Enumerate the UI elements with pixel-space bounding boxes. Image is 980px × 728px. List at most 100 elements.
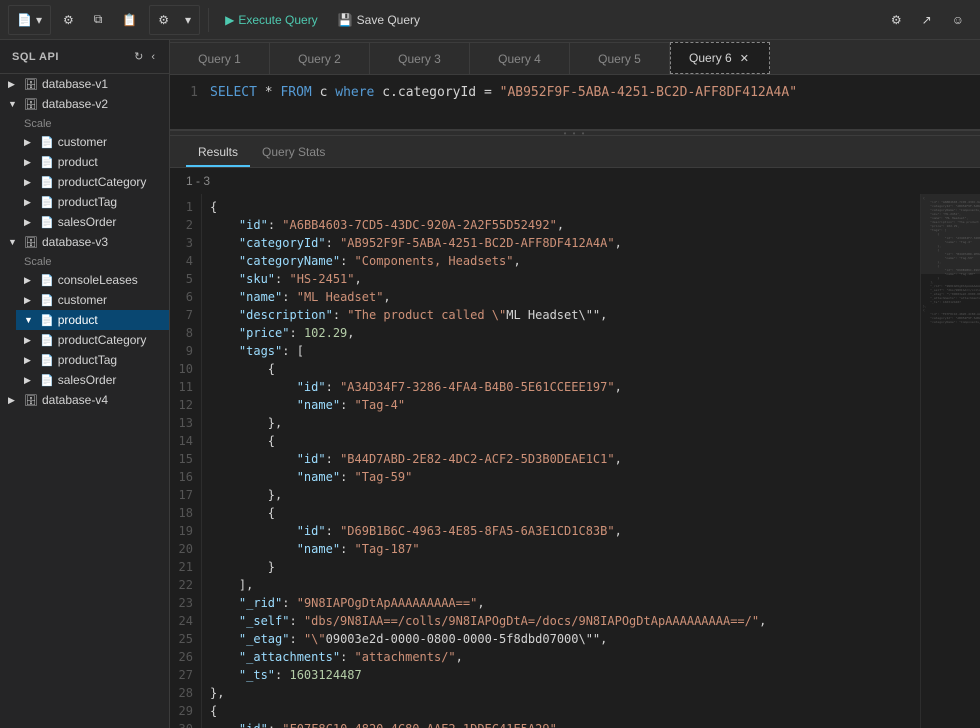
settings-icon: ⚙ xyxy=(158,13,169,27)
refresh-button[interactable]: ↻ xyxy=(132,48,145,65)
query-tabs: Query 1 Query 2 Query 3 Query 4 Query 5 … xyxy=(170,40,980,75)
line-number-1: 1 xyxy=(170,83,198,103)
save-query-button[interactable]: 💾 Save Query xyxy=(330,6,428,34)
feedback-button[interactable]: ☺ xyxy=(944,6,972,34)
from-keyword: FROM xyxy=(280,85,311,100)
collection-icon-active: 📄 xyxy=(40,314,54,327)
json-line: "name": "Tag-59" xyxy=(210,468,912,486)
json-line: "id": "B44D7ABD-2E82-4DC2-ACF2-5D3B0DEAE… xyxy=(210,450,912,468)
sidebar-item-customer-v3[interactable]: ▶ 📄 customer xyxy=(16,290,169,310)
json-line: { xyxy=(210,504,912,522)
open-icon: ⚙ xyxy=(63,13,74,27)
sidebar-item-database-v1[interactable]: ▶ 🗄 database-v1 xyxy=(0,74,169,94)
sidebar-item-customer-v2[interactable]: ▶ 📄 customer xyxy=(16,132,169,152)
json-content[interactable]: { "id": "A6BB4603-7CD5-43DC-920A-2A2F55D… xyxy=(202,194,920,728)
product-v3-label: product xyxy=(58,313,98,327)
results-count: 1 - 3 xyxy=(170,168,980,194)
new-item-button[interactable]: 📄 ▾ xyxy=(9,6,50,34)
line-numbers: 1 xyxy=(170,83,210,121)
tab-query-5[interactable]: Query 5 xyxy=(570,42,670,74)
salesorder-v2-label: salesOrder xyxy=(58,215,117,229)
sidebar-item-database-v3[interactable]: ▼ 🗄 database-v3 xyxy=(0,232,169,252)
json-line: } xyxy=(210,558,912,576)
tab-results[interactable]: Results xyxy=(186,139,250,167)
json-line: "categoryId": "AB952F9F-5ABA-4251-BC2D-A… xyxy=(210,234,912,252)
query-1-label: Query 1 xyxy=(198,52,241,66)
database-icon-v3: 🗄 xyxy=(24,236,38,249)
paste-button[interactable]: 📋 xyxy=(114,6,145,34)
gear-icon-button[interactable]: ⚙ xyxy=(883,6,910,34)
share-button[interactable]: ↗ xyxy=(914,6,940,34)
execute-query-button[interactable]: ▶ Execute Query xyxy=(217,6,326,34)
json-line: "tags": [ xyxy=(210,342,912,360)
collection-icon: 📄 xyxy=(40,216,54,229)
collection-icon: 📄 xyxy=(40,374,54,387)
close-tab-button[interactable]: ✕ xyxy=(738,52,751,65)
json-line: "_etag": "\"09003e2d-0000-0800-0000-5f8d… xyxy=(210,630,912,648)
new-item-chevron: ▾ xyxy=(36,13,42,27)
settings-chevron-button[interactable]: ▾ xyxy=(177,6,199,34)
query-4-label: Query 4 xyxy=(498,52,541,66)
tab-query-2[interactable]: Query 2 xyxy=(270,42,370,74)
toolbar-right: ⚙ ↗ ☺ xyxy=(883,6,972,34)
sidebar-item-producttag-v3[interactable]: ▶ 📄 productTag xyxy=(16,350,169,370)
customer-v3-label: customer xyxy=(58,293,107,307)
json-line: "_ts": 1603124487 xyxy=(210,666,912,684)
sidebar-item-consoleleases-v3[interactable]: ▶ 📄 consoleLeases xyxy=(16,270,169,290)
chevron-down-icon: ▼ xyxy=(8,99,20,109)
tab-query-4[interactable]: Query 4 xyxy=(470,42,570,74)
sidebar-item-productcategory-v2[interactable]: ▶ 📄 productCategory xyxy=(16,172,169,192)
chevron-right-icon: ▶ xyxy=(24,295,36,306)
count-label: 1 - 3 xyxy=(186,174,210,188)
settings-button[interactable]: ⚙ xyxy=(150,6,177,34)
where-value: "AB952F9F-5ABA-4251-BC2D-AFF8DF412A4A" xyxy=(500,85,797,100)
json-line: "_attachments": "attachments/", xyxy=(210,648,912,666)
scale-label-v2: Scale xyxy=(16,114,169,132)
productcategory-v2-label: productCategory xyxy=(58,175,147,189)
tab-query-3[interactable]: Query 3 xyxy=(370,42,470,74)
json-line: "id": "D69B1B6C-4963-4E85-8FA5-6A3E1CD1C… xyxy=(210,522,912,540)
separator-1 xyxy=(208,8,209,32)
play-icon: ▶ xyxy=(225,13,234,27)
collection-icon: 📄 xyxy=(40,136,54,149)
copy-icon: ⧉ xyxy=(94,12,103,27)
sql-content[interactable]: SELECT * FROM c where c.categoryId = "AB… xyxy=(210,83,980,121)
tab-query-6[interactable]: Query 6 ✕ xyxy=(670,42,770,74)
sidebar-item-product-v2[interactable]: ▶ 📄 product xyxy=(16,152,169,172)
select-keyword: SELECT xyxy=(210,85,257,100)
tab-query-1[interactable]: Query 1 xyxy=(170,42,270,74)
feedback-icon: ☺ xyxy=(952,13,964,27)
sidebar-item-product-v3[interactable]: ▼ 📄 product xyxy=(16,310,169,330)
share-icon: ↗ xyxy=(922,13,932,27)
open-query-button[interactable]: ⚙ xyxy=(55,6,82,34)
json-output: 1234567891011121314151617181920212223242… xyxy=(170,194,980,728)
json-line: "name": "ML Headset", xyxy=(210,288,912,306)
database-v2-label: database-v2 xyxy=(42,97,108,111)
json-line: "sku": "HS-2451", xyxy=(210,270,912,288)
collection-icon: 📄 xyxy=(40,274,54,287)
chevron-right-icon: ▶ xyxy=(8,79,20,90)
copy-button[interactable]: ⧉ xyxy=(86,6,111,34)
editor-area: Query 1 Query 2 Query 3 Query 4 Query 5 … xyxy=(170,40,980,728)
json-line: "_self": "dbs/9N8IAA==/colls/9N8IAPOgDtA… xyxy=(210,612,912,630)
chevron-down-icon: ▼ xyxy=(24,315,36,325)
sidebar-item-productcategory-v3[interactable]: ▶ 📄 productCategory xyxy=(16,330,169,350)
sidebar-item-database-v2[interactable]: ▼ 🗄 database-v2 xyxy=(0,94,169,114)
sidebar-item-salesorder-v2[interactable]: ▶ 📄 salesOrder xyxy=(16,212,169,232)
chevron-right-icon: ▶ xyxy=(24,137,36,148)
collection-icon: 📄 xyxy=(40,354,54,367)
json-line: }, xyxy=(210,486,912,504)
sidebar-item-database-v4[interactable]: ▶ 🗄 database-v4 xyxy=(0,390,169,410)
json-line: "name": "Tag-4" xyxy=(210,396,912,414)
tab-query-stats[interactable]: Query Stats xyxy=(250,139,337,167)
salesorder-v3-label: salesOrder xyxy=(58,373,117,387)
producttag-v3-label: productTag xyxy=(58,353,117,367)
paste-icon: 📋 xyxy=(122,13,137,27)
chevron-right-icon: ▶ xyxy=(24,197,36,208)
consoleleases-v3-label: consoleLeases xyxy=(58,273,138,287)
customer-v2-label: customer xyxy=(58,135,107,149)
sidebar-item-salesorder-v3[interactable]: ▶ 📄 salesOrder xyxy=(16,370,169,390)
sidebar-item-producttag-v2[interactable]: ▶ 📄 productTag xyxy=(16,192,169,212)
collapse-button[interactable]: ‹ xyxy=(149,48,157,65)
json-line: "categoryName": "Components, Headsets", xyxy=(210,252,912,270)
